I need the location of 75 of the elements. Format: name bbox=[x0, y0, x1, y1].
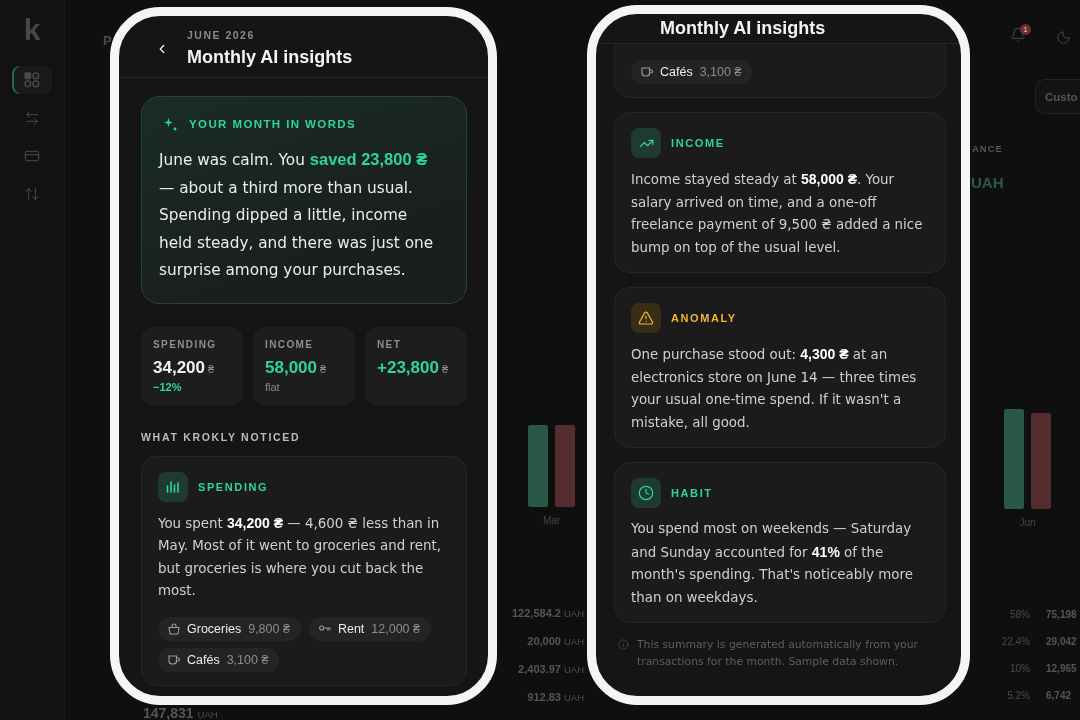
key-icon bbox=[318, 624, 331, 633]
basket-icon bbox=[168, 622, 180, 635]
clock-icon bbox=[631, 478, 661, 508]
currency-sign: ₴ bbox=[208, 362, 215, 375]
stat-change: flat bbox=[265, 380, 280, 394]
info-icon bbox=[618, 639, 629, 650]
amount: 2,403.97 bbox=[518, 662, 561, 676]
currency-unit: UAH bbox=[563, 635, 584, 649]
chip-label: Cafés bbox=[660, 65, 693, 79]
insight-text: You spent 34,200 ₴ — 4,600 ₴ less than in May. Most of it went to groceries and rent, but groceries is where you cut back the most. bbox=[158, 513, 442, 600]
page-title: P bbox=[103, 34, 112, 48]
cup-icon bbox=[168, 654, 180, 665]
nav-button[interactable] bbox=[12, 66, 52, 94]
trend-up-icon bbox=[631, 128, 661, 158]
category-chip[interactable]: Rent 12,000 ₴ bbox=[308, 616, 431, 641]
sparkle-icon bbox=[164, 117, 177, 131]
amount: 20,000 bbox=[527, 634, 561, 648]
insight-title: HABIT bbox=[671, 486, 713, 500]
amount: 122,584.2 bbox=[512, 606, 561, 620]
cup-icon bbox=[641, 67, 653, 77]
summary-text: June was calm. You saved 23,800 ₴ — about a third more than usual. Spending dipped a little, income held steady, and there was just one surprise among your purchases. bbox=[159, 149, 435, 281]
card-icon bbox=[24, 148, 40, 164]
chip-amount: 3,100 ₴ bbox=[226, 652, 269, 667]
category-chip[interactable]: Groceries 9,800 ₴ bbox=[158, 616, 301, 641]
category-chip[interactable]: Cafés 3,100 ₴ bbox=[158, 647, 280, 672]
share-percent: 22.4% bbox=[1000, 635, 1030, 649]
chip-label: Groceries bbox=[187, 621, 242, 636]
chip-amount: 3,100 ₴ bbox=[699, 65, 742, 79]
share-percent: 58% bbox=[1009, 608, 1030, 622]
amount: 12,965 bbox=[1045, 662, 1078, 676]
insight-title: ANOMALY bbox=[671, 311, 737, 325]
warning-icon bbox=[631, 303, 661, 333]
bell-icon bbox=[1010, 27, 1026, 43]
insight-text: Income stayed steady at 58,000 ₴. Your salary arrived on time, and a one-off freelance payment of 9,500 ₴ added a nice bump on top of the usual level. bbox=[631, 170, 924, 257]
bar-chart-icon bbox=[158, 471, 188, 502]
stat-value: 34,200 bbox=[153, 356, 205, 379]
stat-label: INCOME bbox=[265, 338, 314, 351]
share-percent: 5.2% bbox=[1006, 689, 1030, 703]
chip-label: Cafés bbox=[187, 652, 220, 667]
insight-text: One purchase stood out: 4,300 ₴ at an electronics store on June 14 — three times your usual one-time spend. If it wasn't a mistake, all good. bbox=[631, 345, 918, 432]
summary-label: YOUR MONTH IN WORDS bbox=[189, 117, 357, 131]
insight-title: INCOME bbox=[671, 136, 725, 150]
amount: 29,042 bbox=[1045, 635, 1078, 649]
balance-label: ANCE bbox=[971, 143, 1004, 154]
grid-icon bbox=[24, 72, 40, 88]
arrows-left-right-icon bbox=[24, 110, 40, 126]
footnote-text: This summary is generated automatically from your transactions for the month. Sample data shown. bbox=[637, 637, 919, 670]
screen-title: Monthly AI insights bbox=[660, 17, 826, 39]
stat-change: −12% bbox=[153, 380, 182, 394]
category-chip[interactable]: Cafés 3,100 ₴ bbox=[631, 60, 753, 84]
theme-button[interactable] bbox=[1056, 30, 1072, 47]
insight-text: You spend most on weekends — Saturday and Sunday accounted for 41% of the month's spending. That's noticeably more than on weekdays. bbox=[631, 520, 914, 607]
currency-sign: ₴ bbox=[320, 362, 327, 375]
balance-value: UAH bbox=[970, 175, 1005, 190]
section-label: WHAT KROKLY NOTICED bbox=[141, 430, 302, 443]
screen-title: Monthly AI insights bbox=[187, 46, 353, 68]
stat-label: NET bbox=[377, 338, 402, 351]
arrows-up-down-icon bbox=[24, 186, 40, 202]
moon-icon bbox=[1056, 30, 1071, 45]
total-amount: 147,831 bbox=[143, 706, 194, 720]
amount: 912.83 bbox=[527, 690, 561, 704]
stat-value: 58,000 bbox=[265, 356, 317, 379]
chip-amount: 12,000 ₴ bbox=[371, 621, 420, 636]
insight-title: SPENDING bbox=[198, 479, 269, 494]
amount: 6,742 bbox=[1045, 689, 1073, 703]
currency-unit: UAH bbox=[563, 663, 584, 677]
stat-value: +23,800 bbox=[377, 356, 439, 379]
chip-label: Rent bbox=[337, 621, 365, 636]
currency-unit: UAH bbox=[563, 691, 584, 705]
amount: 75,198 bbox=[1045, 608, 1078, 622]
chip-amount: 9,800 ₴ bbox=[248, 621, 290, 636]
currency-sign: ₴ bbox=[441, 362, 449, 375]
month-label: JUNE 2026 bbox=[187, 29, 256, 42]
stat-label: SPENDING bbox=[153, 338, 217, 351]
currency-unit: UAH bbox=[563, 607, 584, 621]
